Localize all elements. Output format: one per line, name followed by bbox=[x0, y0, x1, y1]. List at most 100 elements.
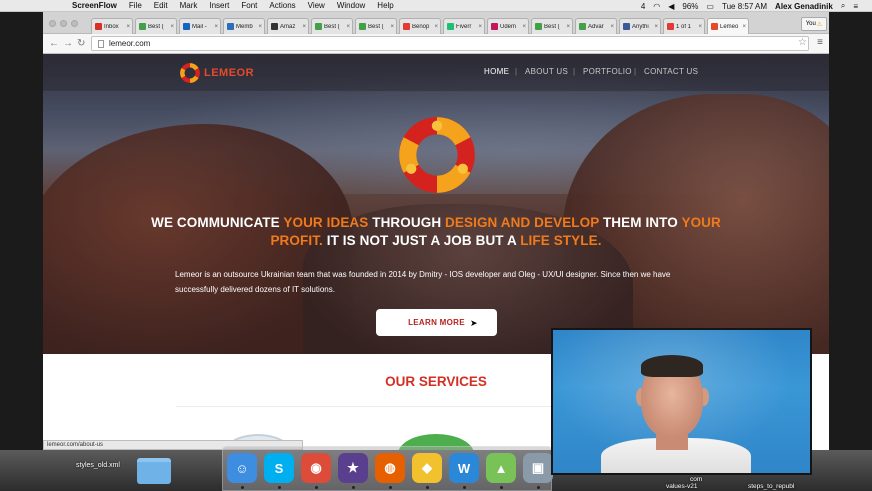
tab-close-icon[interactable]: × bbox=[522, 24, 526, 30]
chrome-icon[interactable]: ◉ bbox=[301, 453, 331, 483]
menu-file[interactable]: File bbox=[129, 1, 142, 10]
tab-close-icon[interactable]: × bbox=[390, 24, 394, 30]
tab-close-icon[interactable]: × bbox=[170, 24, 174, 30]
imovie-icon[interactable]: ★ bbox=[338, 453, 368, 483]
tab-label: Best ( bbox=[544, 23, 560, 30]
desktop-item-label[interactable]: steps_to_republ bbox=[748, 483, 794, 490]
nav-separator: | bbox=[515, 67, 518, 76]
tab-close-icon[interactable]: × bbox=[258, 24, 262, 30]
running-indicator bbox=[463, 486, 466, 489]
tab-close-icon[interactable]: × bbox=[698, 24, 702, 30]
spotlight-icon[interactable]: ⌕ bbox=[841, 1, 845, 11]
nav-home[interactable]: HOME bbox=[484, 67, 509, 76]
firefox-icon[interactable]: ◍ bbox=[375, 453, 405, 483]
dock: ☺ S ◉ ★ ◍ ◆ W ▲ ▣ bbox=[222, 446, 553, 491]
finder-icon[interactable]: ☺ bbox=[227, 453, 257, 483]
tab-close-icon[interactable]: × bbox=[126, 24, 130, 30]
menu-mark[interactable]: Mark bbox=[180, 1, 198, 10]
browser-tab[interactable]: Memb × bbox=[223, 18, 265, 34]
reload-icon[interactable]: ↻ bbox=[77, 37, 85, 51]
hero-logo-icon bbox=[399, 117, 475, 193]
battery-percent[interactable]: 96% bbox=[682, 2, 698, 11]
browser-tab[interactable]: Amaz × bbox=[267, 18, 309, 34]
browser-tab[interactable]: Mail - × bbox=[179, 18, 221, 34]
menu-font[interactable]: Font bbox=[241, 1, 257, 10]
wifi-icon[interactable]: ◠ bbox=[653, 2, 660, 11]
skype-icon[interactable]: S bbox=[264, 453, 294, 483]
tab-favicon-icon bbox=[491, 23, 498, 30]
menubar-status-area: 4 ◠ ◀ 96% ▭ Tue 8:57 AM Alex Genadinik ⌕… bbox=[641, 0, 858, 12]
learn-more-button[interactable]: LEARN MORE bbox=[376, 309, 497, 336]
menu-window[interactable]: Window bbox=[337, 1, 365, 10]
user-name[interactable]: Alex Genadinik bbox=[775, 2, 833, 11]
browser-tab[interactable]: Advar × bbox=[575, 18, 617, 34]
preview-icon[interactable]: ▣ bbox=[523, 453, 553, 483]
site-logo[interactable]: LEMEOR bbox=[179, 62, 279, 84]
tab-label: Memb bbox=[236, 23, 253, 30]
browser-tab[interactable]: Anythi × bbox=[619, 18, 661, 34]
battery-icon[interactable]: ▭ bbox=[706, 2, 714, 11]
menu-view[interactable]: View bbox=[308, 1, 325, 10]
nav-separator: | bbox=[634, 67, 637, 76]
window-zoom-button[interactable] bbox=[71, 20, 78, 27]
window-minimize-button[interactable] bbox=[60, 20, 67, 27]
desktop-item-label[interactable]: values-v21 bbox=[666, 483, 697, 490]
headline-highlight: LIFE STYLE. bbox=[520, 233, 602, 248]
menu-edit[interactable]: Edit bbox=[154, 1, 168, 10]
nav-about-us[interactable]: ABOUT US bbox=[525, 67, 568, 76]
tab-close-icon[interactable]: × bbox=[654, 24, 658, 30]
desktop-folder-icon[interactable] bbox=[137, 458, 171, 484]
cyberduck-icon[interactable]: ◆ bbox=[412, 453, 442, 483]
android-studio-icon[interactable]: ▲ bbox=[486, 453, 516, 483]
window-close-button[interactable] bbox=[49, 20, 56, 27]
browser-tab[interactable]: Udem × bbox=[487, 18, 529, 34]
tab-favicon-icon bbox=[139, 23, 146, 30]
menu-insert[interactable]: Insert bbox=[209, 1, 229, 10]
headline-part: WE COMMUNICATE bbox=[151, 215, 284, 230]
browser-tab[interactable]: Best ( × bbox=[135, 18, 177, 34]
tab-favicon-icon bbox=[315, 23, 322, 30]
volume-icon[interactable]: ◀ bbox=[668, 2, 674, 11]
learn-more-label: LEARN MORE bbox=[408, 318, 465, 327]
app-menu[interactable]: ScreenFlow bbox=[72, 1, 117, 10]
profile-button[interactable]: You ⚠ bbox=[801, 17, 827, 31]
tab-close-icon[interactable]: × bbox=[610, 24, 614, 30]
tab-label: Amaz bbox=[280, 23, 296, 30]
back-icon[interactable]: ← bbox=[49, 37, 59, 51]
address-bar[interactable]: lemeor.com bbox=[91, 36, 809, 51]
tab-label: Best ( bbox=[148, 23, 164, 30]
tab-label: Best ( bbox=[324, 23, 340, 30]
chrome-menu-icon[interactable]: ≡ bbox=[817, 37, 823, 48]
tab-close-icon[interactable]: × bbox=[214, 24, 218, 30]
browser-tab[interactable]: 1 of 1 × bbox=[663, 18, 705, 34]
menu-help[interactable]: Help bbox=[377, 1, 393, 10]
services-divider bbox=[176, 406, 576, 407]
browser-tab[interactable]: Inbox × bbox=[91, 18, 133, 34]
tab-close-icon[interactable]: × bbox=[434, 24, 438, 30]
nav-portfolio[interactable]: PORTFOLIO bbox=[583, 67, 632, 76]
tab-close-icon[interactable]: × bbox=[566, 24, 570, 30]
clock[interactable]: Tue 8:57 AM bbox=[722, 2, 767, 11]
wunderlist-icon[interactable]: W bbox=[449, 453, 479, 483]
desktop-file[interactable]: styles_old.xml bbox=[76, 462, 120, 469]
menu-actions[interactable]: Actions bbox=[269, 1, 295, 10]
notifications-icon[interactable]: ≡ bbox=[853, 2, 858, 11]
browser-tab[interactable]: Lemeo × bbox=[707, 18, 749, 34]
tab-close-icon[interactable]: × bbox=[346, 24, 350, 30]
forward-icon[interactable]: → bbox=[63, 37, 73, 51]
browser-tab[interactable]: Fiverr × bbox=[443, 18, 485, 34]
bookmark-star-icon[interactable]: ☆ bbox=[798, 37, 807, 48]
desktop-item-label[interactable]: com bbox=[690, 476, 702, 483]
running-indicator bbox=[426, 486, 429, 489]
browser-tab[interactable]: Best ( × bbox=[311, 18, 353, 34]
browser-tab[interactable]: Best (× bbox=[355, 18, 397, 34]
tab-close-icon[interactable]: × bbox=[478, 24, 482, 30]
tab-label: Lemeo bbox=[720, 23, 739, 30]
tab-close-icon[interactable]: × bbox=[742, 24, 746, 30]
tab-favicon-icon bbox=[403, 23, 410, 30]
tab-close-icon[interactable]: × bbox=[302, 24, 306, 30]
browser-tab[interactable]: Benop × bbox=[399, 18, 441, 34]
nav-contact-us[interactable]: CONTACT US bbox=[644, 67, 698, 76]
browser-tab[interactable]: Best ( × bbox=[531, 18, 573, 34]
status-count[interactable]: 4 bbox=[641, 2, 645, 11]
